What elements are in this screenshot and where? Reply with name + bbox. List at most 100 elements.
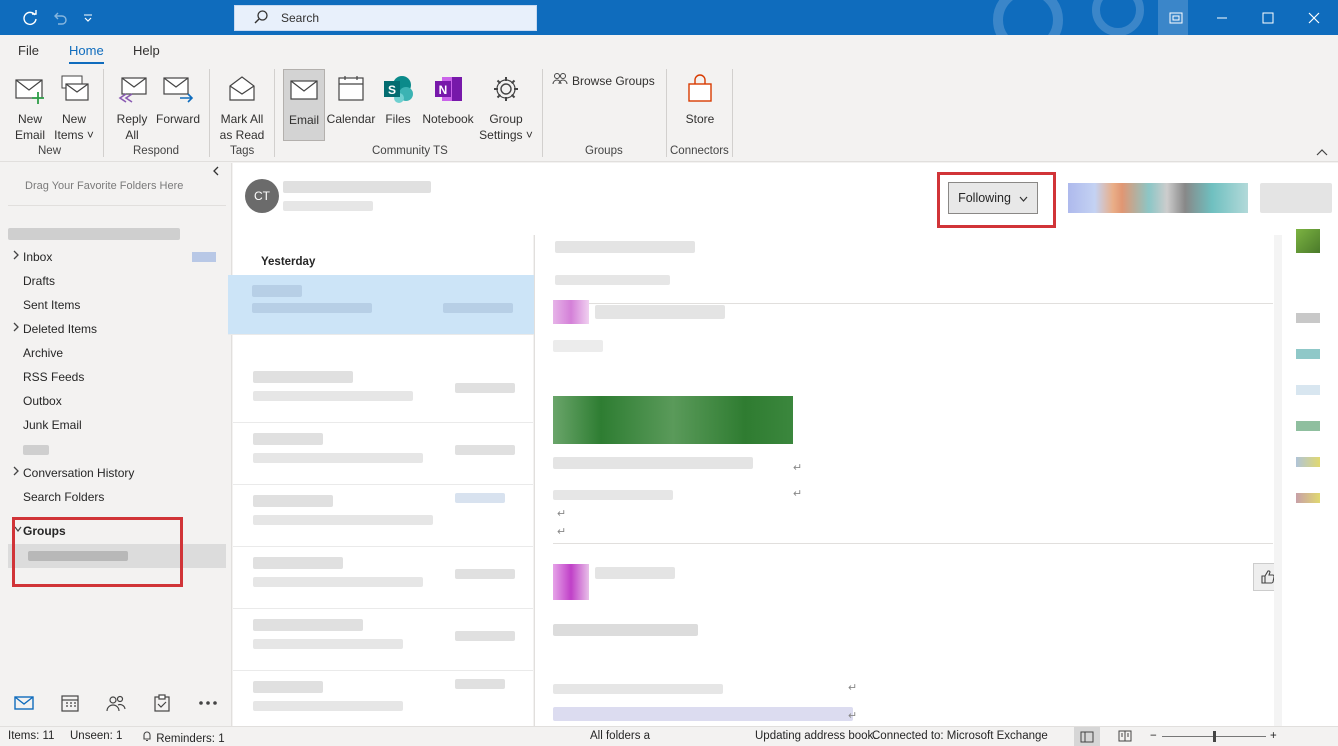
- search-box[interactable]: Search: [234, 5, 537, 31]
- sender-name-redacted: [595, 567, 675, 579]
- new-items-button[interactable]: New Items ˅: [53, 71, 95, 143]
- new-email-label: New Email: [14, 112, 45, 142]
- tasks-icon[interactable]: [150, 691, 174, 715]
- image-attachment-redacted[interactable]: [553, 396, 793, 444]
- notebook-button[interactable]: N Notebook: [420, 71, 476, 127]
- message-item[interactable]: [233, 487, 533, 547]
- more-icon[interactable]: [196, 691, 220, 715]
- reply-all-button[interactable]: Reply All: [114, 71, 150, 143]
- folder-search-folders[interactable]: Search Folders: [23, 490, 104, 504]
- message-item[interactable]: [233, 363, 533, 423]
- following-button[interactable]: Following: [948, 182, 1038, 214]
- message-item[interactable]: [233, 673, 533, 733]
- divider: [8, 205, 226, 206]
- members-rail: [1274, 229, 1338, 726]
- folder-rss-feeds[interactable]: RSS Feeds: [23, 370, 84, 384]
- members-scrollbar[interactable]: [1274, 235, 1282, 726]
- chevron-right-icon[interactable]: [12, 322, 20, 335]
- message-item[interactable]: [233, 425, 533, 485]
- folder-sent-items[interactable]: Sent Items: [23, 298, 80, 312]
- divider: [553, 303, 1273, 304]
- browse-groups-icon: [552, 72, 568, 89]
- folder-junk-email[interactable]: Junk Email: [23, 418, 82, 432]
- minimize-icon[interactable]: [1199, 0, 1245, 35]
- folder-outbox[interactable]: Outbox: [23, 394, 62, 408]
- tab-home[interactable]: Home: [69, 43, 104, 64]
- folder-pane: Drag Your Favorite Folders Here Inbox Dr…: [0, 163, 232, 726]
- group-label-community: Community TS: [372, 145, 448, 157]
- message-item[interactable]: [233, 549, 533, 609]
- calendar-icon[interactable]: [58, 691, 82, 715]
- files-button[interactable]: S Files: [380, 71, 416, 127]
- sync-icon[interactable]: [20, 8, 40, 28]
- maximize-icon[interactable]: [1245, 0, 1291, 35]
- member-avatars-redacted[interactable]: [1068, 183, 1248, 213]
- title-bar: Search: [0, 0, 1338, 35]
- browse-groups-button[interactable]: Browse Groups: [552, 72, 655, 89]
- folder-inbox[interactable]: Inbox: [23, 250, 52, 264]
- folder-conversation-history[interactable]: Conversation History: [23, 466, 134, 480]
- message-item-selected[interactable]: [228, 275, 540, 335]
- people-icon[interactable]: [104, 691, 128, 715]
- group-label-groups: Groups: [585, 145, 623, 157]
- group-name-redacted: [283, 181, 431, 193]
- account-name-redacted[interactable]: [8, 228, 180, 240]
- tab-file[interactable]: File: [18, 43, 39, 58]
- group-separator: [209, 69, 210, 157]
- gear-icon: [488, 71, 524, 107]
- folder-drafts[interactable]: Drafts: [23, 274, 55, 288]
- line-break-icon: ↵: [557, 526, 567, 538]
- date-group-header: Yesterday: [261, 256, 316, 268]
- sender-avatar-redacted[interactable]: [553, 300, 589, 324]
- unseen-count: Unseen: 1: [70, 730, 123, 742]
- group-label-tags: Tags: [230, 145, 255, 157]
- collapse-ribbon-icon[interactable]: [1316, 145, 1328, 159]
- zoom-in-button[interactable]: +: [1270, 730, 1277, 742]
- customize-icon[interactable]: [78, 8, 98, 28]
- reminders-label: Reminders: 1: [156, 733, 225, 745]
- group-avatar[interactable]: CT: [245, 179, 279, 213]
- message-text-redacted: [553, 457, 753, 469]
- normal-view-icon[interactable]: [1074, 727, 1100, 746]
- sender-avatar-redacted[interactable]: [553, 564, 589, 600]
- email-button[interactable]: Email: [283, 69, 325, 141]
- menu-tabs: File Home Help: [0, 35, 1338, 65]
- line-break-icon: ↵: [793, 462, 803, 474]
- store-button[interactable]: Store: [682, 71, 718, 127]
- undo-icon[interactable]: [50, 8, 70, 28]
- line-break-icon: ↵: [848, 710, 858, 722]
- new-email-button[interactable]: New Email: [12, 71, 48, 143]
- new-email-icon: [12, 71, 48, 107]
- email-label: Email: [288, 113, 319, 127]
- store-label: Store: [685, 112, 715, 126]
- group-label-connectors: Connectors: [670, 145, 729, 157]
- zoom-slider-thumb[interactable]: [1213, 731, 1216, 742]
- calendar-button[interactable]: Calendar: [327, 71, 375, 127]
- mail-icon[interactable]: [12, 691, 36, 715]
- folder-redacted[interactable]: [23, 445, 49, 455]
- member-count-redacted[interactable]: [1260, 183, 1332, 213]
- group-info-redacted: [283, 201, 373, 211]
- mark-all-read-button[interactable]: Mark All as Read: [218, 71, 266, 143]
- module-navigation: [0, 683, 232, 723]
- tab-help[interactable]: Help: [133, 43, 160, 58]
- zoom-out-button[interactable]: −: [1150, 730, 1157, 742]
- close-icon[interactable]: [1291, 0, 1337, 35]
- folder-deleted-items[interactable]: Deleted Items: [23, 322, 97, 336]
- message-item[interactable]: [233, 611, 533, 671]
- forward-button[interactable]: Forward: [155, 71, 201, 127]
- search-placeholder: Search: [281, 11, 320, 25]
- folder-archive[interactable]: Archive: [23, 346, 63, 360]
- restore-window-icon[interactable]: [1153, 0, 1199, 35]
- chevron-right-icon[interactable]: [12, 250, 20, 263]
- collapse-folder-pane-icon[interactable]: [212, 166, 220, 179]
- divider: [553, 543, 1273, 544]
- line-break-icon: ↵: [848, 682, 858, 694]
- group-settings-button[interactable]: Group Settings ˅: [478, 71, 534, 143]
- group-separator: [103, 69, 104, 157]
- files-label: Files: [385, 112, 411, 126]
- conversation-sender-redacted: [555, 241, 695, 253]
- reading-view-icon[interactable]: [1118, 730, 1132, 745]
- chevron-right-icon[interactable]: [12, 466, 20, 479]
- reminders-status[interactable]: Reminders: 1: [141, 730, 225, 745]
